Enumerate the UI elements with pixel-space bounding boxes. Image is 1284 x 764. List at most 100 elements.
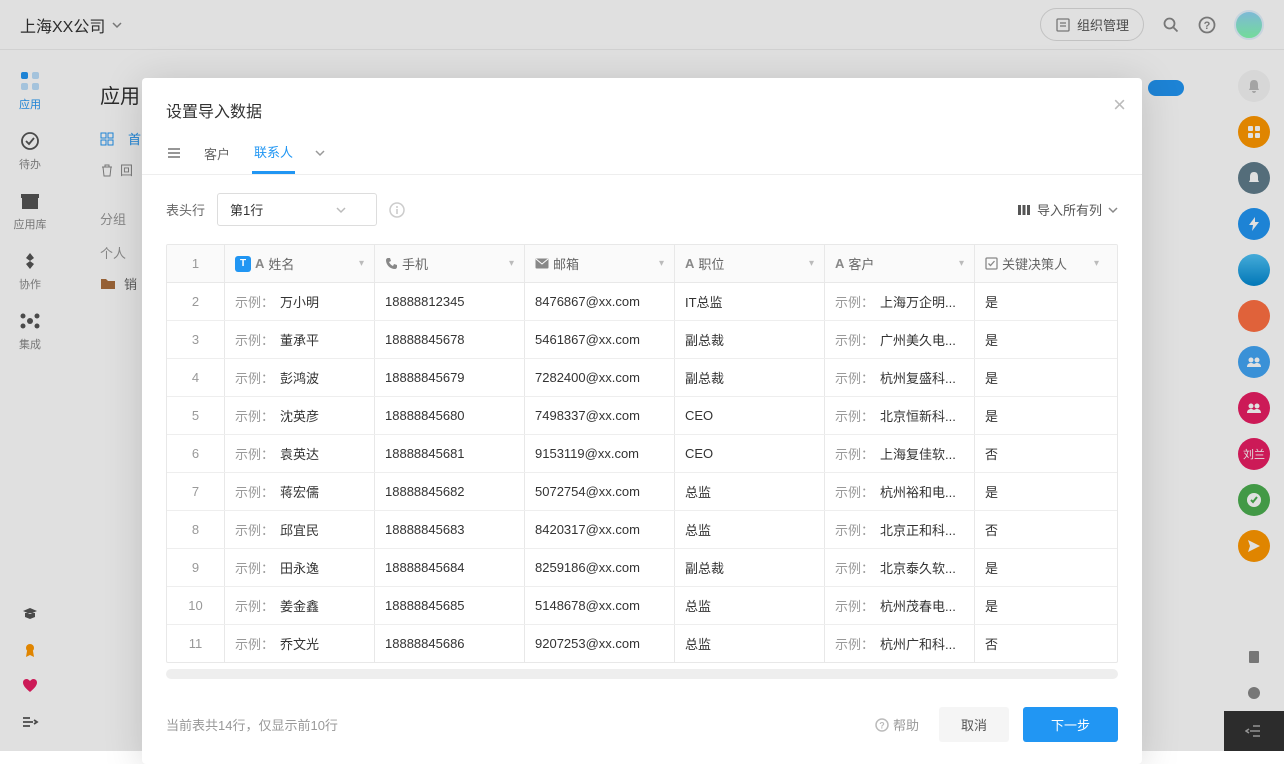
chevron-down-icon: ▾ [359, 258, 364, 269]
cell-position: 总监 [675, 587, 825, 624]
header-row-select[interactable]: 第1行 [217, 193, 377, 226]
table-row: 5示例：沈英彦188888456807498337@xx.comCEO示例：北京… [167, 397, 1117, 435]
table-row: 9示例：田永逸188888456848259186@xx.com副总裁示例：北京… [167, 549, 1117, 587]
cell-key: 是 [975, 359, 1109, 396]
cell-phone: 18888845681 [375, 435, 525, 472]
cell-name: 示例：田永逸 [225, 549, 375, 586]
text-type-icon: A [685, 256, 694, 271]
cell-email: 5072754@xx.com [525, 473, 675, 510]
cell-position: CEO [675, 435, 825, 472]
cell-position: 总监 [675, 625, 825, 662]
tab-contact[interactable]: 联系人 [252, 132, 295, 174]
table-row: 11示例：乔文光188888456869207253@xx.com总监示例：杭州… [167, 625, 1117, 662]
help-link[interactable]: ? 帮助 [875, 715, 919, 734]
chevron-down-icon: ▾ [659, 258, 664, 269]
header-row-value: 第1行 [230, 200, 263, 219]
next-button[interactable]: 下一步 [1023, 707, 1118, 742]
cell-index: 2 [167, 283, 225, 320]
cell-customer: 示例：杭州茂春电... [825, 587, 975, 624]
cell-customer: 示例：广州美久电... [825, 321, 975, 358]
cell-phone: 18888845685 [375, 587, 525, 624]
table-row: 3示例：董承平188888456785461867@xx.com副总裁示例：广州… [167, 321, 1117, 359]
cell-phone: 18888845679 [375, 359, 525, 396]
table-row: 8示例：邱宜民188888456838420317@xx.com总监示例：北京正… [167, 511, 1117, 549]
cell-customer: 示例：北京泰久软... [825, 549, 975, 586]
cell-email: 7498337@xx.com [525, 397, 675, 434]
cell-index: 3 [167, 321, 225, 358]
chevron-down-icon: ▾ [959, 258, 964, 269]
col-index: 1 [167, 245, 225, 282]
cell-key: 是 [975, 587, 1109, 624]
cell-customer: 示例：杭州裕和电... [825, 473, 975, 510]
table-row: 10示例：姜金鑫188888456855148678@xx.com总监示例：杭州… [167, 587, 1117, 625]
cell-key: 是 [975, 397, 1109, 434]
cell-phone: 18888845686 [375, 625, 525, 662]
cell-name: 示例：邱宜民 [225, 511, 375, 548]
cell-phone: 18888845684 [375, 549, 525, 586]
horizontal-scrollbar[interactable] [166, 669, 1118, 679]
cell-customer: 示例：杭州复盛科... [825, 359, 975, 396]
cell-email: 9153119@xx.com [525, 435, 675, 472]
cell-index: 5 [167, 397, 225, 434]
col-header[interactable]: T A 姓名 ▾ [225, 245, 375, 282]
cell-customer: 示例：北京恒新科... [825, 397, 975, 434]
info-icon[interactable] [389, 202, 405, 218]
import-all-label: 导入所有列 [1037, 200, 1102, 219]
close-icon[interactable]: × [1113, 92, 1126, 118]
status-text: 当前表共14行，仅显示前10行 [166, 715, 338, 734]
import-all-button[interactable]: 导入所有列 [1017, 200, 1118, 219]
cell-name: 示例：蒋宏儒 [225, 473, 375, 510]
table-row: 6示例：袁英达188888456819153119@xx.comCEO示例：上海… [167, 435, 1117, 473]
cell-key: 否 [975, 625, 1109, 662]
cell-index: 4 [167, 359, 225, 396]
cell-customer: 示例：杭州广和科... [825, 625, 975, 662]
cell-phone: 18888845683 [375, 511, 525, 548]
cell-name: 示例：乔文光 [225, 625, 375, 662]
modal-tabs: 客户 联系人 [142, 132, 1142, 175]
cell-index: 7 [167, 473, 225, 510]
cell-index: 11 [167, 625, 225, 662]
preview-table: 1 T A 姓名 ▾ 手机 ▾ 邮箱 ▾ A [166, 244, 1118, 663]
email-icon [535, 258, 549, 269]
cell-key: 否 [975, 435, 1109, 472]
list-icon[interactable] [166, 135, 182, 171]
tab-dropdown[interactable] [315, 148, 325, 158]
chevron-down-icon: ▾ [509, 258, 514, 269]
cell-customer: 示例：上海复佳软... [825, 435, 975, 472]
cell-index: 10 [167, 587, 225, 624]
cancel-button[interactable]: 取消 [939, 707, 1009, 742]
cell-phone: 18888812345 [375, 283, 525, 320]
cell-name: 示例：彭鸿波 [225, 359, 375, 396]
cell-phone: 18888845678 [375, 321, 525, 358]
cell-name: 示例：沈英彦 [225, 397, 375, 434]
cell-key: 是 [975, 473, 1109, 510]
col-header[interactable]: A 职位 ▾ [675, 245, 825, 282]
header-row-label: 表头行 [166, 200, 205, 219]
cell-phone: 18888845680 [375, 397, 525, 434]
import-modal: × 设置导入数据 客户 联系人 表头行 第1行 导入所有列 1 [142, 78, 1142, 764]
col-header[interactable]: A 客户 ▾ [825, 245, 975, 282]
chevron-down-icon [315, 148, 325, 158]
cell-email: 8420317@xx.com [525, 511, 675, 548]
title-badge: T [235, 256, 251, 272]
cell-email: 9207253@xx.com [525, 625, 675, 662]
tab-customer[interactable]: 客户 [202, 134, 232, 173]
cell-index: 6 [167, 435, 225, 472]
cell-key: 是 [975, 549, 1109, 586]
cell-position: IT总监 [675, 283, 825, 320]
modal-title: 设置导入数据 [166, 98, 1118, 122]
col-header[interactable]: 邮箱 ▾ [525, 245, 675, 282]
col-header[interactable]: 手机 ▾ [375, 245, 525, 282]
col-header[interactable]: 关键决策人 ▾ [975, 245, 1109, 282]
cell-email: 5461867@xx.com [525, 321, 675, 358]
table-header: 1 T A 姓名 ▾ 手机 ▾ 邮箱 ▾ A [167, 245, 1117, 283]
chevron-down-icon [336, 205, 346, 215]
cell-position: 副总裁 [675, 359, 825, 396]
cell-index: 9 [167, 549, 225, 586]
cell-position: 总监 [675, 511, 825, 548]
cell-position: CEO [675, 397, 825, 434]
cell-name: 示例：董承平 [225, 321, 375, 358]
cell-key: 是 [975, 321, 1109, 358]
table-row: 7示例：蒋宏儒188888456825072754@xx.com总监示例：杭州裕… [167, 473, 1117, 511]
cell-customer: 示例：北京正和科... [825, 511, 975, 548]
